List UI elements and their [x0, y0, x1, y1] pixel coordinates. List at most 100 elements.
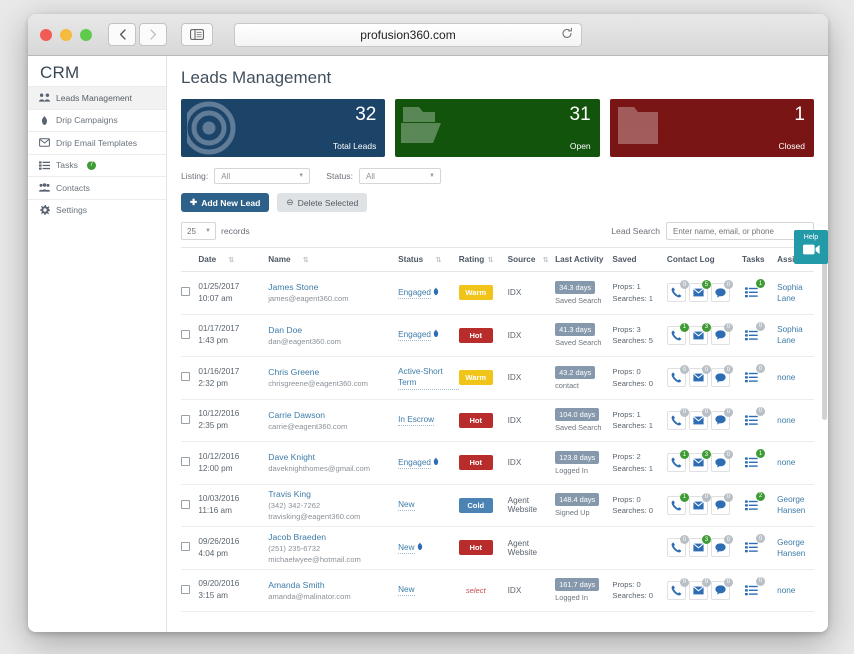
email-log-icon[interactable]: 0: [688, 577, 711, 600]
table-row[interactable]: 10/12/2016 12:00 pm Dave Knight daveknighth…: [181, 442, 814, 484]
assigned-agent[interactable]: George Hansen: [777, 538, 805, 558]
lead-name-link[interactable]: Amanda Smith: [268, 579, 398, 591]
text-log-icon[interactable]: 0: [710, 577, 733, 600]
call-log-icon[interactable]: 0: [666, 280, 689, 303]
lead-status-link[interactable]: New: [398, 584, 415, 597]
email-log-icon[interactable]: 0: [688, 492, 711, 515]
lead-status-link[interactable]: Engaged: [398, 287, 431, 299]
reload-icon[interactable]: [561, 27, 573, 43]
table-row[interactable]: 01/16/2017 2:32 pm Chris Greene chrisgreene…: [181, 357, 814, 399]
forward-button[interactable]: [139, 23, 167, 46]
tasks-icon[interactable]: 1: [742, 449, 765, 472]
text-log-icon[interactable]: 0: [710, 492, 733, 515]
call-log-icon[interactable]: 0: [666, 535, 689, 558]
scrollbar-thumb[interactable]: [822, 240, 827, 420]
lead-status-link[interactable]: Active-Short Term: [398, 366, 459, 390]
rating-badge[interactable]: select: [459, 583, 493, 598]
assigned-agent[interactable]: Sophia Lane: [777, 325, 803, 345]
tasks-icon[interactable]: 0: [742, 364, 765, 387]
status-filter-select[interactable]: All ▼: [359, 168, 441, 184]
sidebar-item-drip-email-templates[interactable]: Drip Email Templates: [28, 131, 166, 154]
lead-name-link[interactable]: Jacob Braeden: [268, 531, 398, 543]
lead-status-link[interactable]: Engaged: [398, 329, 431, 342]
listing-filter-select[interactable]: All ▼: [214, 168, 311, 184]
rating-badge[interactable]: Hot: [458, 455, 493, 471]
email-log-icon[interactable]: 3: [688, 322, 711, 345]
maximize-window-button[interactable]: [80, 28, 92, 41]
rating-badge[interactable]: Warm: [458, 285, 493, 301]
tasks-icon[interactable]: 0: [742, 576, 765, 600]
stat-card-total-leads[interactable]: 32 Total Leads: [181, 99, 386, 157]
row-checkbox[interactable]: [181, 499, 190, 509]
search-input[interactable]: [666, 222, 814, 240]
text-log-icon[interactable]: 0: [710, 535, 733, 558]
tasks-icon[interactable]: 0: [742, 406, 765, 430]
sidebar-item-settings[interactable]: Settings: [28, 198, 166, 221]
table-row[interactable]: 09/20/2016 3:15 am Amanda Smith amanda@mali…: [181, 569, 814, 612]
lead-name-link[interactable]: Dave Knight: [268, 451, 398, 463]
sidebar-item-drip-campaigns[interactable]: Drip Campaigns: [28, 108, 166, 131]
text-log-icon[interactable]: 0: [710, 280, 733, 303]
email-log-icon[interactable]: 3: [688, 450, 711, 473]
table-row[interactable]: 09/26/2016 4:04 pm Jacob Braeden (251) 235-…: [181, 527, 814, 569]
lead-status-link[interactable]: New: [398, 542, 415, 554]
rating-badge[interactable]: Hot: [458, 327, 493, 343]
call-log-icon[interactable]: 1: [666, 492, 689, 515]
assigned-agent[interactable]: Sophia Lane: [777, 283, 803, 303]
address-bar[interactable]: profusion360.com: [234, 23, 582, 47]
table-row[interactable]: 01/25/2017 10:07 am James Stone james@eagen…: [181, 272, 814, 314]
lead-name-link[interactable]: Travis King: [268, 488, 398, 500]
tasks-icon[interactable]: 2: [742, 491, 765, 515]
help-widget[interactable]: Help: [794, 230, 828, 264]
text-log-icon[interactable]: 0: [710, 365, 733, 388]
assigned-agent[interactable]: none: [777, 586, 795, 595]
column-header-date[interactable]: Date ⇅: [198, 248, 269, 272]
email-log-icon[interactable]: 0: [688, 407, 711, 430]
sidebar-toggle-button[interactable]: [181, 23, 213, 46]
back-button[interactable]: [108, 23, 136, 46]
row-checkbox[interactable]: [181, 542, 190, 552]
row-checkbox[interactable]: [181, 329, 190, 339]
call-log-icon[interactable]: 1: [666, 322, 689, 345]
column-header-status[interactable]: Status ⇅: [398, 248, 459, 272]
sidebar-item-tasks[interactable]: Tasks 7: [28, 153, 166, 176]
text-log-icon[interactable]: 0: [710, 322, 733, 345]
table-row[interactable]: 10/12/2016 2:35 pm Carrie Dawson carrie@eag…: [181, 399, 814, 442]
row-checkbox[interactable]: [181, 457, 190, 467]
rating-badge[interactable]: Cold: [458, 497, 493, 513]
call-log-icon[interactable]: 0: [666, 407, 689, 430]
assigned-agent[interactable]: none: [777, 458, 795, 467]
close-window-button[interactable]: [40, 28, 52, 41]
rating-badge[interactable]: Warm: [458, 370, 493, 386]
lead-name-link[interactable]: Dan Doe: [268, 324, 398, 336]
lead-status-link[interactable]: In Escrow: [398, 414, 435, 427]
table-row[interactable]: 01/17/2017 1:43 pm Dan Doe dan@eagent360.co…: [181, 314, 814, 357]
column-header-rating[interactable]: Rating ⇅: [458, 248, 508, 272]
lead-status-link[interactable]: New: [398, 499, 415, 512]
column-header-source[interactable]: Source ⇅: [507, 248, 556, 272]
row-checkbox[interactable]: [181, 414, 190, 424]
email-log-icon[interactable]: 5: [688, 280, 711, 303]
text-log-icon[interactable]: 0: [710, 407, 733, 430]
rating-badge[interactable]: Hot: [458, 540, 493, 556]
call-log-icon[interactable]: 1: [666, 450, 689, 473]
lead-status-link[interactable]: Engaged: [398, 457, 431, 469]
email-log-icon[interactable]: 0: [688, 365, 711, 388]
tasks-icon[interactable]: 0: [742, 321, 765, 345]
stat-card-closed[interactable]: 1 Closed: [609, 99, 814, 157]
tasks-icon[interactable]: 0: [742, 534, 765, 557]
content-scrollbar[interactable]: [822, 56, 827, 632]
minimize-window-button[interactable]: [60, 28, 72, 41]
stat-card-open[interactable]: 31 Open: [395, 99, 600, 157]
add-new-lead-button[interactable]: ✚ Add New Lead: [181, 193, 270, 212]
row-checkbox[interactable]: [181, 287, 190, 297]
assigned-agent[interactable]: none: [777, 373, 795, 382]
row-checkbox[interactable]: [181, 584, 190, 594]
column-header-name[interactable]: Name ⇅: [268, 248, 399, 272]
call-log-icon[interactable]: 0: [666, 365, 689, 388]
email-log-icon[interactable]: 3: [688, 535, 711, 558]
records-per-page-select[interactable]: 25 ▼: [181, 222, 216, 240]
table-row[interactable]: 10/03/2016 11:16 am Travis King (342) 342-7…: [181, 484, 814, 527]
text-log-icon[interactable]: 0: [710, 450, 733, 473]
rating-badge[interactable]: Hot: [458, 412, 493, 428]
